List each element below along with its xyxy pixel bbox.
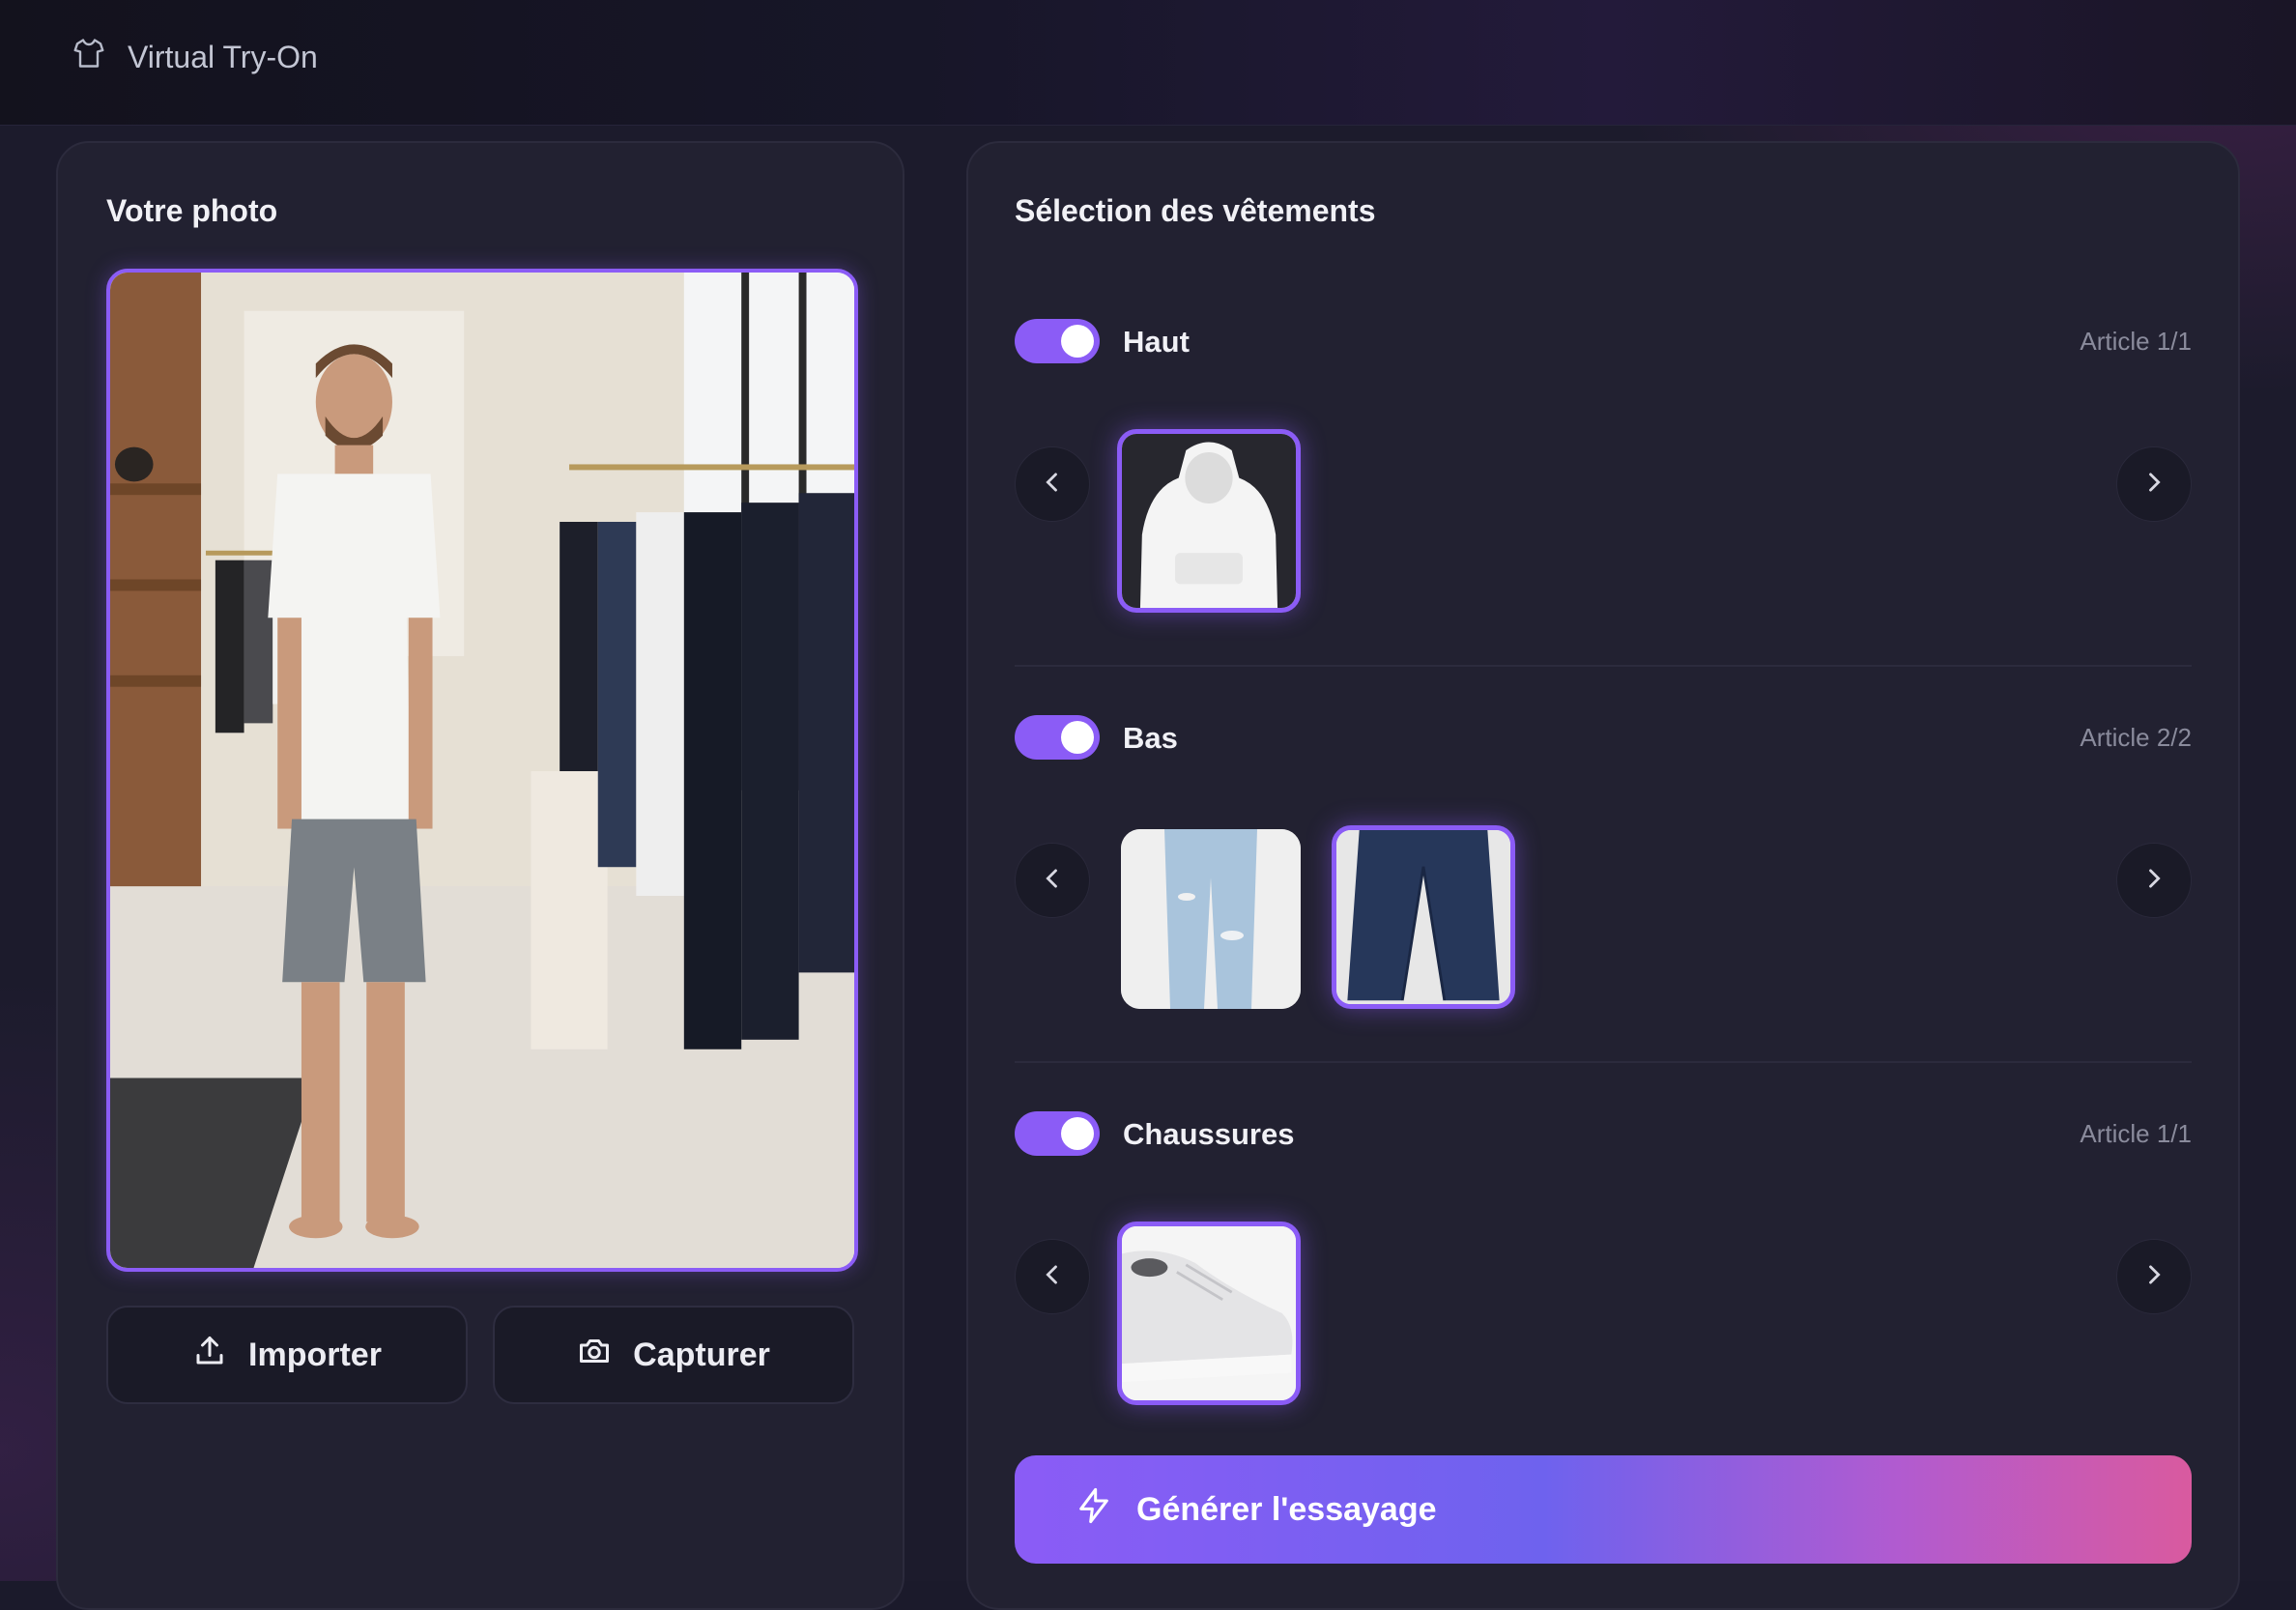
garment-thumb-hoodie[interactable] — [1117, 429, 1301, 613]
section-label: Bas — [1123, 721, 1178, 755]
item-counter: Article 1/1 — [2080, 1119, 2192, 1148]
divider — [1015, 1061, 2192, 1063]
toggle-top[interactable] — [1015, 319, 1100, 363]
prev-button[interactable] — [1015, 843, 1090, 918]
toggle-knob — [1061, 325, 1094, 358]
photo-panel: Votre photo Importer Capturer — [56, 141, 904, 1610]
shirt-icon — [72, 36, 106, 78]
toggle-knob — [1061, 721, 1094, 754]
toggle-bottom[interactable] — [1015, 715, 1100, 760]
divider — [1015, 665, 2192, 667]
dark-jeans-image — [1336, 830, 1510, 1004]
photo-panel-title: Votre photo — [106, 193, 278, 228]
next-button[interactable] — [2116, 1239, 2192, 1314]
item-counter: Article 1/1 — [2080, 327, 2192, 356]
clothing-panel-title: Sélection des vêtements — [1015, 193, 1376, 228]
light-jeans-image — [1121, 829, 1301, 1009]
section-bottom: Bas Article 2/2 — [1015, 713, 2192, 1032]
user-photo — [106, 269, 858, 1272]
chevron-left-icon — [1039, 1261, 1066, 1293]
lightning-icon — [1075, 1486, 1113, 1534]
brand: Virtual Try-On — [72, 37, 318, 77]
generate-label: Générer l'essayage — [1136, 1490, 1437, 1528]
top-bar: Virtual Try-On — [0, 0, 2296, 126]
generate-button[interactable]: Générer l'essayage — [1015, 1455, 2192, 1564]
chevron-right-icon — [2140, 865, 2167, 897]
section-header: Bas Article 2/2 — [1015, 713, 2192, 762]
sneaker-image — [1122, 1226, 1296, 1400]
clothing-panel: Sélection des vêtements Haut Article 1/1 — [966, 141, 2240, 1610]
capture-button[interactable]: Capturer — [493, 1306, 854, 1404]
section-header: Haut Article 1/1 — [1015, 317, 2192, 365]
garment-thumb-light-jeans[interactable] — [1121, 829, 1301, 1009]
prev-button[interactable] — [1015, 446, 1090, 522]
chevron-left-icon — [1039, 865, 1066, 897]
app-title: Virtual Try-On — [128, 39, 318, 74]
camera-icon — [577, 1334, 612, 1377]
next-button[interactable] — [2116, 446, 2192, 522]
toggle-shoes[interactable] — [1015, 1111, 1100, 1156]
prev-button[interactable] — [1015, 1239, 1090, 1314]
garment-thumb-dark-jeans[interactable] — [1332, 825, 1515, 1009]
item-counter: Article 2/2 — [2080, 723, 2192, 752]
capture-label: Capturer — [633, 1336, 770, 1373]
chevron-right-icon — [2140, 1261, 2167, 1293]
chevron-right-icon — [2140, 469, 2167, 501]
section-label: Chaussures — [1123, 1117, 1295, 1151]
import-button[interactable]: Importer — [106, 1306, 468, 1404]
section-label: Haut — [1123, 325, 1190, 359]
garment-thumb-sneaker[interactable] — [1117, 1222, 1301, 1405]
section-header: Chaussures Article 1/1 — [1015, 1109, 2192, 1158]
import-label: Importer — [248, 1336, 382, 1373]
upload-icon — [192, 1334, 227, 1377]
hoodie-image — [1122, 434, 1296, 608]
toggle-knob — [1061, 1117, 1094, 1150]
section-top: Haut Article 1/1 — [1015, 317, 2192, 636]
next-button[interactable] — [2116, 843, 2192, 918]
section-shoes: Chaussures Article 1/1 — [1015, 1109, 2192, 1428]
chevron-left-icon — [1039, 469, 1066, 501]
